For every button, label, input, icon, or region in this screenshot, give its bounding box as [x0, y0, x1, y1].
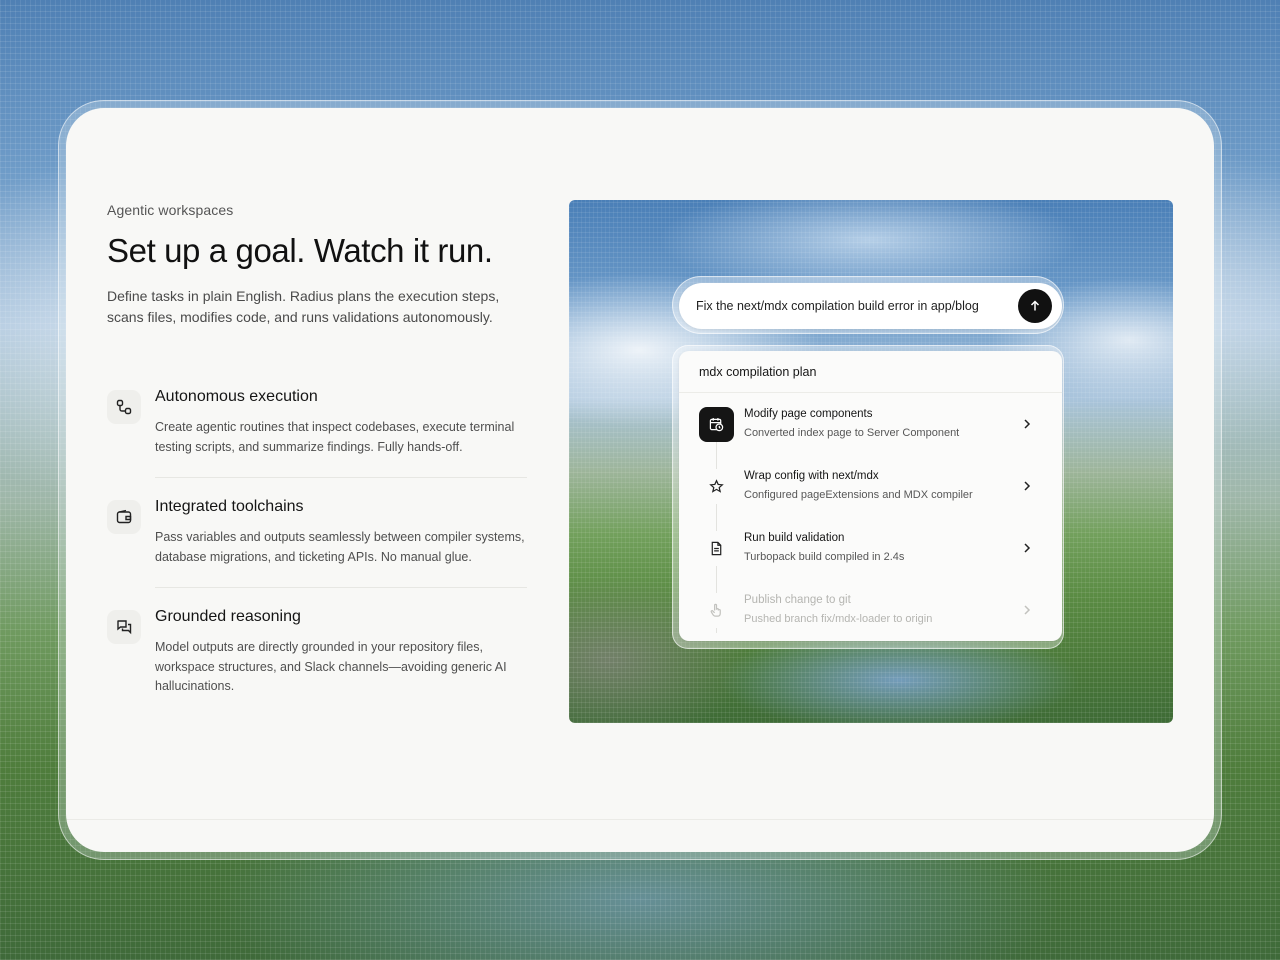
plan-step-modify-page-components[interactable]: Modify page components Converted index p… — [679, 399, 1062, 461]
feature-item-integrated-toolchains: Integrated toolchains Pass variables and… — [107, 497, 527, 567]
step-title: Run build validation — [744, 532, 845, 544]
hand-pointer-icon — [699, 593, 734, 628]
divider — [155, 587, 527, 588]
feature-description: Create agentic routines that inspect cod… — [155, 420, 515, 454]
feature-description: Pass variables and outputs seamlessly be… — [155, 530, 525, 564]
chevron-right-icon — [1024, 605, 1031, 615]
chevron-right-icon — [1024, 543, 1031, 553]
step-subtitle: Pushed branch fix/mdx-loader to origin — [744, 613, 933, 625]
feature-title: Grounded reasoning — [155, 608, 301, 625]
step-subtitle: Turbopack build compiled in 2.4s — [744, 551, 905, 563]
feature-card: Agentic workspaces Set up a goal. Watch … — [66, 108, 1214, 852]
plan-title: mdx compilation plan — [679, 351, 1062, 393]
wallet-icon — [107, 500, 141, 534]
step-title: Wrap config with next/mdx — [744, 470, 879, 482]
step-subtitle: Configured pageExtensions and MDX compil… — [744, 489, 973, 501]
chevron-right-icon — [1024, 419, 1031, 429]
eyebrow-label: Agentic workspaces — [107, 202, 234, 218]
feature-title: Integrated toolchains — [155, 498, 304, 515]
prompt-input[interactable]: Fix the next/mdx compilation build error… — [679, 283, 1062, 329]
step-title: Modify page components — [744, 408, 873, 420]
feature-list: Autonomous execution Create agentic rout… — [107, 387, 527, 697]
prompt-text: Fix the next/mdx compilation build error… — [696, 299, 979, 313]
feature-title: Autonomous execution — [155, 388, 318, 405]
feature-description: Model outputs are directly grounded in y… — [155, 640, 507, 693]
document-icon — [699, 531, 734, 566]
step-subtitle: Converted index page to Server Component — [744, 427, 960, 439]
hero-section: Agentic workspaces Set up a goal. Watch … — [107, 202, 527, 328]
plan-panel: mdx compilation plan Modify page compone… — [679, 351, 1062, 641]
feature-item-grounded-reasoning: Grounded reasoning Model outputs are dir… — [107, 607, 527, 697]
card-footer-divider — [66, 819, 1214, 820]
plan-step-wrap-config[interactable]: Wrap config with next/mdx Configured pag… — [679, 461, 1062, 523]
chat-bubbles-icon — [107, 610, 141, 644]
step-title: Publish change to git — [744, 594, 851, 606]
page-title: Set up a goal. Watch it run. — [107, 232, 493, 269]
arrow-up-icon — [1030, 300, 1040, 311]
feature-item-autonomous-execution: Autonomous execution Create agentic rout… — [107, 387, 527, 457]
star-icon — [699, 469, 734, 504]
send-button[interactable] — [1018, 289, 1052, 323]
intro-text: Define tasks in plain English. Radius pl… — [107, 287, 500, 325]
nodes-icon — [107, 390, 141, 424]
plan-step-publish-change[interactable]: Publish change to git Pushed branch fix/… — [679, 585, 1062, 641]
calendar-clock-icon — [699, 407, 734, 442]
divider — [155, 477, 527, 478]
plan-steps: Modify page components Converted index p… — [679, 393, 1062, 641]
chevron-right-icon — [1024, 481, 1031, 491]
plan-step-run-build-validation[interactable]: Run build validation Turbopack build com… — [679, 523, 1062, 585]
